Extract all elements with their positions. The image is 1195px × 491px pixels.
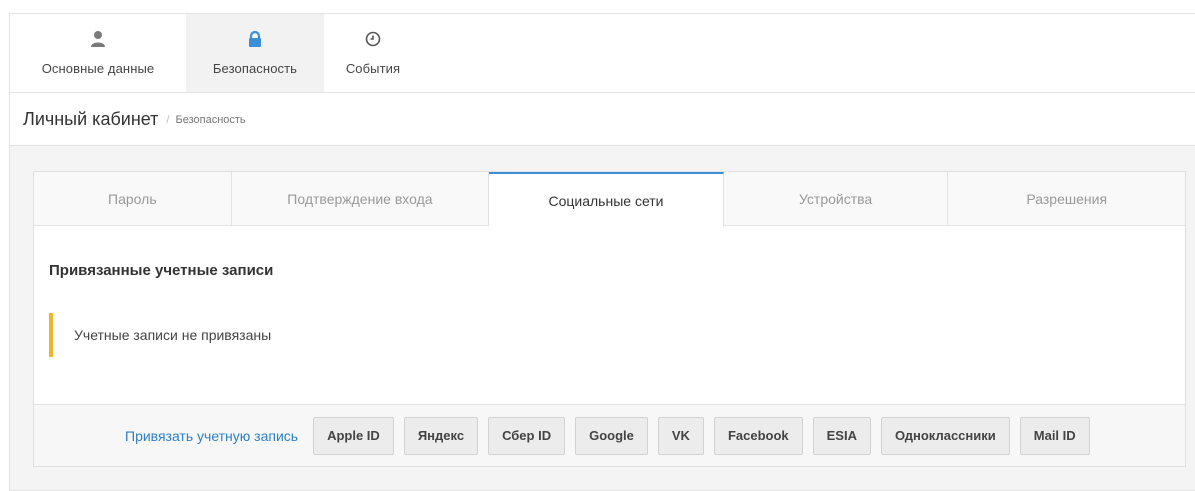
clock-icon bbox=[365, 31, 381, 47]
user-icon bbox=[91, 31, 105, 47]
security-card: Пароль Подтверждение входа Социальные се… bbox=[33, 171, 1186, 467]
card-body: Привязанные учетные записи Учетные запис… bbox=[34, 226, 1185, 406]
empty-state-alert: Учетные записи не привязаны bbox=[49, 313, 1170, 357]
mail-id-button[interactable]: Mail ID bbox=[1019, 416, 1090, 455]
tab-login-confirmation[interactable]: Подтверждение входа bbox=[231, 172, 490, 225]
esia-button[interactable]: ESIA bbox=[812, 416, 871, 455]
tab-social-networks[interactable]: Социальные сети bbox=[489, 172, 724, 227]
app-frame: Основные данные Безопасность События Лич… bbox=[9, 13, 1195, 491]
yandex-button[interactable]: Яндекс bbox=[403, 416, 479, 455]
page-header: Личный кабинет / Безопасность bbox=[10, 93, 1195, 146]
nav-item-events[interactable]: События bbox=[324, 14, 422, 92]
nav-item-security[interactable]: Безопасность bbox=[186, 14, 324, 92]
nav-item-label: Безопасность bbox=[212, 61, 298, 76]
nav-item-label: Основные данные bbox=[41, 61, 155, 76]
google-button[interactable]: Google bbox=[575, 416, 648, 455]
odnoklassniki-button[interactable]: Одноклассники bbox=[880, 416, 1010, 455]
lock-icon bbox=[249, 30, 261, 47]
top-navigation: Основные данные Безопасность События bbox=[10, 14, 1195, 93]
nav-item-label: События bbox=[345, 61, 401, 76]
tab-devices[interactable]: Устройства bbox=[723, 172, 949, 225]
vk-button[interactable]: VK bbox=[657, 416, 704, 455]
tab-permissions[interactable]: Разрешения bbox=[948, 172, 1185, 225]
security-tabs: Пароль Подтверждение входа Социальные се… bbox=[34, 172, 1185, 227]
sber-id-button[interactable]: Сбер ID bbox=[488, 416, 566, 455]
apple-id-button[interactable]: Apple ID bbox=[313, 416, 394, 455]
tab-password[interactable]: Пароль bbox=[34, 172, 232, 225]
card-footer: Привязать учетную запись Apple ID Яндекс… bbox=[34, 404, 1185, 466]
link-account-label[interactable]: Привязать учетную запись bbox=[125, 428, 298, 444]
facebook-button[interactable]: Facebook bbox=[713, 416, 803, 455]
empty-state-message: Учетные записи не привязаны bbox=[74, 327, 272, 343]
nav-item-basic-data[interactable]: Основные данные bbox=[10, 14, 186, 92]
breadcrumb-current: Безопасность bbox=[175, 114, 246, 126]
page-title: Личный кабинет bbox=[23, 108, 159, 129]
section-title: Привязанные учетные записи bbox=[49, 262, 274, 279]
breadcrumb-separator: / bbox=[166, 114, 170, 126]
